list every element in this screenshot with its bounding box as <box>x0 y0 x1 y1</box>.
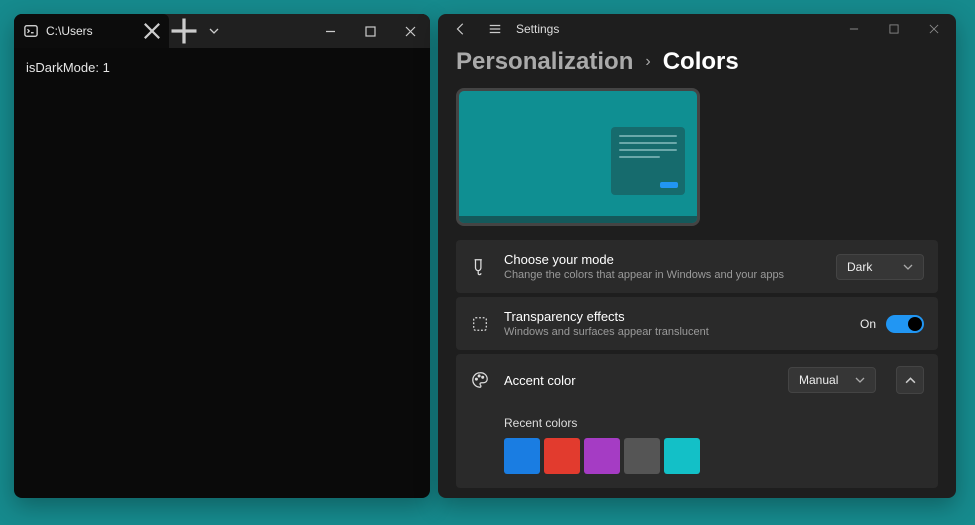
settings-app-title: Settings <box>516 22 559 36</box>
hamburger-menu-button[interactable] <box>478 14 512 44</box>
recent-colors-label: Recent colors <box>504 416 924 430</box>
dropdown-value: Dark <box>847 260 872 274</box>
color-swatch[interactable] <box>504 438 540 474</box>
card-title: Choose your mode <box>504 252 822 267</box>
color-preview <box>438 88 956 240</box>
minimize-button[interactable] <box>310 14 350 48</box>
breadcrumb-parent[interactable]: Personalization <box>456 48 633 76</box>
terminal-tab[interactable]: C:\Users <box>14 14 169 48</box>
palette-icon <box>470 370 490 390</box>
card-title: Accent color <box>504 373 774 388</box>
breadcrumb: Personalization › Colors <box>438 44 956 88</box>
terminal-window: C:\Users isDarkMode: 1 <box>14 14 430 498</box>
transparency-icon <box>470 314 490 334</box>
maximize-button[interactable] <box>350 14 390 48</box>
terminal-tab-title: C:\Users <box>46 24 135 38</box>
tab-dropdown-button[interactable] <box>199 14 229 48</box>
accent-color-card[interactable]: Accent color Manual <box>456 354 938 406</box>
tab-close-button[interactable] <box>143 22 161 40</box>
back-button[interactable] <box>444 14 478 44</box>
settings-window: Settings Personalization › Colors <box>438 14 956 498</box>
settings-titlebar: Settings <box>438 14 956 44</box>
terminal-output-line: isDarkMode: 1 <box>26 58 418 79</box>
new-tab-button[interactable] <box>169 14 199 48</box>
toggle-state-label: On <box>860 317 876 331</box>
collapse-button[interactable] <box>896 366 924 394</box>
close-button[interactable] <box>914 14 954 44</box>
color-swatch[interactable] <box>584 438 620 474</box>
choose-mode-card[interactable]: Choose your mode Change the colors that … <box>456 240 938 293</box>
minimize-button[interactable] <box>834 14 874 44</box>
color-swatch[interactable] <box>624 438 660 474</box>
chevron-down-icon <box>903 262 913 272</box>
preview-mock-window <box>611 127 685 195</box>
color-swatch[interactable] <box>544 438 580 474</box>
terminal-titlebar: C:\Users <box>14 14 430 48</box>
maximize-button[interactable] <box>874 14 914 44</box>
terminal-icon <box>24 24 38 38</box>
card-description: Windows and surfaces appear translucent <box>504 326 846 338</box>
mode-dropdown[interactable]: Dark <box>836 254 924 280</box>
recent-color-swatches <box>504 438 924 474</box>
close-button[interactable] <box>390 14 430 48</box>
accent-dropdown[interactable]: Manual <box>788 367 876 393</box>
transparency-card[interactable]: Transparency effects Windows and surface… <box>456 297 938 350</box>
chevron-right-icon: › <box>645 53 650 71</box>
card-title: Transparency effects <box>504 309 846 324</box>
dropdown-value: Manual <box>799 373 838 387</box>
chevron-up-icon <box>905 375 916 386</box>
page-title: Colors <box>663 48 739 76</box>
color-swatch[interactable] <box>664 438 700 474</box>
chevron-down-icon <box>855 375 865 385</box>
card-description: Change the colors that appear in Windows… <box>504 269 822 281</box>
terminal-body[interactable]: isDarkMode: 1 <box>14 48 430 89</box>
transparency-toggle[interactable] <box>886 315 924 333</box>
recent-colors-section: Recent colors <box>456 406 938 488</box>
brush-icon <box>470 257 490 277</box>
